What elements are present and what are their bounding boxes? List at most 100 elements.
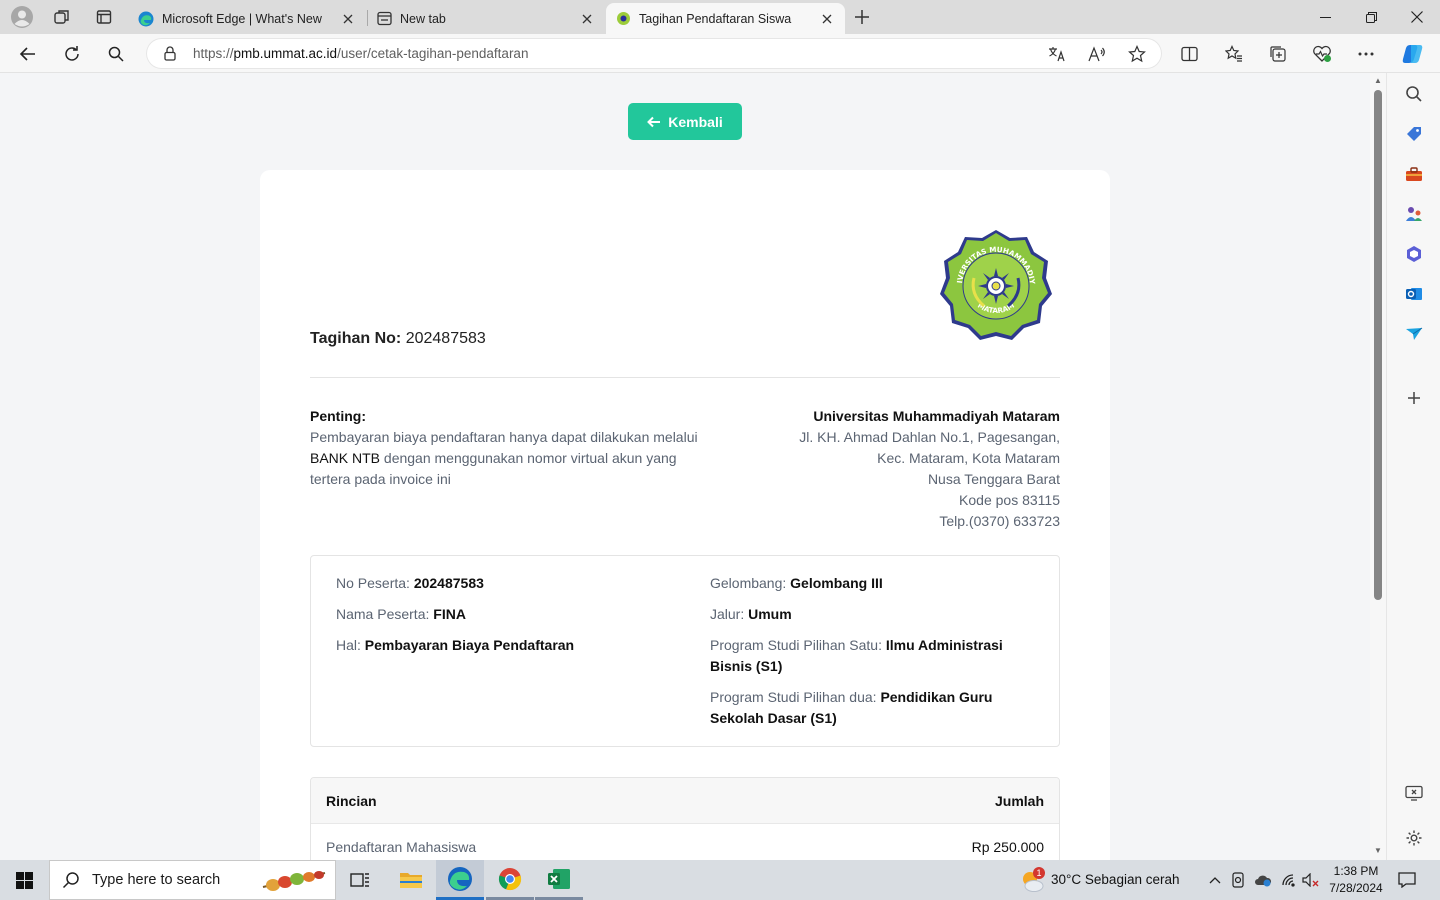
workspaces-button[interactable] (48, 3, 76, 31)
field-value: Ilmu Administrasi (885, 637, 1003, 653)
sidebar-search-button[interactable] (1400, 80, 1428, 108)
field-value: Gelombang III (790, 575, 883, 591)
network-button[interactable] (1278, 860, 1300, 900)
sidebar-screenshot-button[interactable] (1400, 779, 1428, 807)
tab-actions-button[interactable] (90, 3, 118, 31)
settings-more-button[interactable] (1351, 39, 1381, 69)
chrome-icon (498, 867, 522, 890)
study-program-second: Program Studi Pilihan dua: Pendidikan Gu… (710, 687, 1040, 729)
new-tab-button[interactable] (848, 3, 876, 31)
search-button[interactable] (101, 39, 131, 69)
sidebar-shopping-button[interactable] (1400, 120, 1428, 148)
tab-tagihan[interactable]: Tagihan Pendaftaran Siswa (606, 3, 845, 34)
volume-button[interactable] (1300, 860, 1322, 900)
close-window-button[interactable] (1394, 0, 1440, 34)
sidebar-office-button[interactable] (1400, 240, 1428, 268)
system-clock[interactable]: 1:38 PM 7/28/2024 (1326, 863, 1386, 897)
shopping-tag-icon (1407, 127, 1421, 141)
refresh-button[interactable] (57, 39, 87, 69)
tab-close-button[interactable] (579, 11, 595, 27)
scroll-thumb[interactable] (1374, 90, 1382, 600)
page-scrollbar[interactable]: ▲ ▼ (1370, 73, 1386, 860)
collections-icon (1270, 46, 1286, 62)
close-icon (582, 14, 592, 23)
row-amount: Rp 250.000 (971, 839, 1044, 855)
scroll-up-arrow[interactable]: ▲ (1373, 76, 1383, 86)
wifi-icon (1282, 874, 1295, 887)
show-hidden-icons-button[interactable] (1206, 860, 1224, 900)
sidebar-outlook-button[interactable] (1400, 280, 1428, 308)
sidebar-settings-button[interactable] (1400, 824, 1428, 852)
tab-close-button[interactable] (340, 11, 356, 27)
participant-name: Nama Peserta: FINA (336, 604, 466, 625)
chevron-up-icon (1209, 877, 1221, 884)
heart-pulse-icon (1313, 45, 1331, 62)
back-nav-button[interactable] (13, 39, 43, 69)
tab-strip: Microsoft Edge | What's New New tab Tagi… (0, 0, 1440, 34)
notifications-button[interactable] (1392, 860, 1422, 900)
browser-toolbar: https://pmb.ummat.ac.id/user/cetak-tagih… (0, 34, 1440, 73)
page-viewport: Kembali UNIVERSITAS MUHAMMADIYAH MATARAM (0, 73, 1370, 860)
registration-wave: Gelombang: Gelombang III (710, 573, 883, 594)
edge-sidebar (1386, 73, 1440, 860)
sidebar-tools-button[interactable] (1400, 160, 1428, 188)
read-aloud-icon (1088, 46, 1105, 62)
edge-icon (138, 11, 154, 26)
copilot-icon (1402, 45, 1423, 63)
lock-icon (164, 46, 176, 61)
translate-icon (1049, 47, 1065, 62)
sidebar-drop-button[interactable] (1400, 320, 1428, 348)
meet-now-button[interactable] (1229, 860, 1249, 900)
games-icon (1406, 207, 1422, 221)
field-value: Pembayaran Biaya Pendaftaran (364, 637, 575, 653)
sidebar-add-button[interactable] (1400, 384, 1428, 412)
split-screen-button[interactable] (1174, 39, 1204, 69)
clock-date: 7/28/2024 (1329, 881, 1383, 895)
field-value: 202487583 (413, 575, 484, 591)
chrome-taskbar-button[interactable] (486, 860, 534, 900)
favorites-button[interactable] (1219, 39, 1249, 69)
url-path: /user/cetak-tagihan-pendaftaran (337, 46, 529, 61)
newtab-icon (377, 11, 392, 26)
arrow-left-icon (647, 116, 661, 127)
arrow-left-icon (19, 47, 35, 61)
taskbar-search-input[interactable]: Type here to search (49, 860, 336, 900)
notice-line-3: tertera pada invoice ini (310, 471, 451, 487)
tab-close-button[interactable] (819, 11, 835, 27)
paper-plane-icon (1406, 327, 1423, 340)
favorite-star-button[interactable] (1122, 39, 1152, 69)
close-icon (1411, 11, 1423, 23)
back-button[interactable]: Kembali (628, 103, 742, 140)
task-view-button[interactable] (339, 860, 381, 900)
start-button[interactable] (0, 860, 49, 900)
edge-taskbar-button[interactable] (436, 860, 484, 900)
address-line: Kec. Mataram, Kota Mataram (877, 450, 1060, 466)
minimize-button[interactable] (1302, 0, 1348, 34)
row-item: Pendaftaran Mahasiswa (326, 839, 477, 855)
tab-actions-icon (96, 10, 112, 24)
plus-icon (855, 10, 869, 24)
participant-info: No Peserta: 202487583 Nama Peserta: FINA… (310, 555, 1060, 747)
restore-button[interactable] (1348, 0, 1394, 34)
clock-time: 1:38 PM (1333, 864, 1379, 878)
read-aloud-button[interactable] (1082, 39, 1112, 69)
browser-essentials-button[interactable] (1307, 39, 1337, 69)
tab-new-tab[interactable]: New tab (367, 3, 605, 34)
profile-button[interactable] (8, 3, 36, 31)
onedrive-button[interactable] (1252, 860, 1274, 900)
weather-badge: 1 (1033, 867, 1045, 879)
field-label: Gelombang: (710, 575, 787, 591)
translate-button[interactable] (1042, 39, 1072, 69)
address-bar[interactable]: https://pmb.ummat.ac.id/user/cetak-tagih… (146, 38, 1162, 69)
field-value: Sekolah Dasar (S1) (710, 710, 837, 726)
collections-button[interactable] (1263, 39, 1293, 69)
file-explorer-button[interactable] (387, 860, 435, 900)
task-view-icon (350, 873, 369, 887)
sidebar-games-button[interactable] (1400, 200, 1428, 228)
tab-edge-whats-new[interactable]: Microsoft Edge | What's New (128, 3, 366, 34)
excel-taskbar-button[interactable] (535, 860, 583, 900)
site-favicon (617, 12, 630, 25)
scroll-down-arrow[interactable]: ▼ (1373, 846, 1383, 856)
copilot-button[interactable] (1398, 39, 1428, 69)
excel-icon (548, 868, 570, 889)
